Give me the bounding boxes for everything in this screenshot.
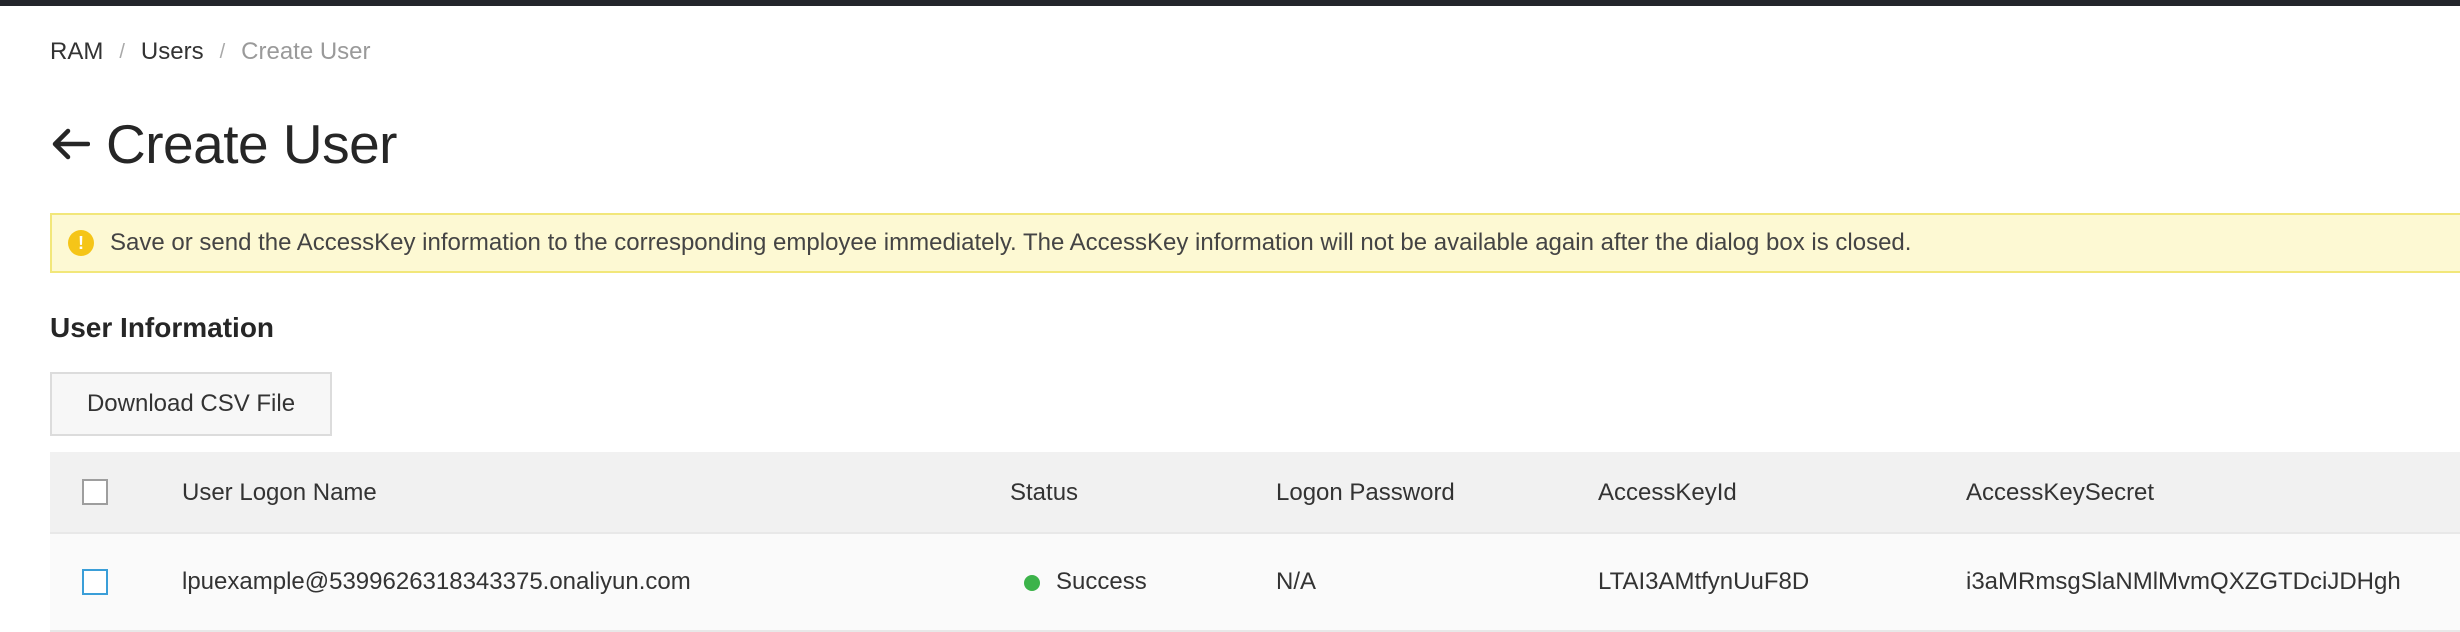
breadcrumb-users-link[interactable]: Users [141,38,204,66]
column-header-password: Logon Password [1276,479,1455,506]
table-header: User Logon Name Status Logon Password Ac… [50,452,2460,534]
cell-status: Success [1024,568,1147,596]
top-bar [0,0,2460,6]
breadcrumb-separator: / [219,40,226,63]
warning-alert: ! Save or send the AccessKey information… [50,213,2460,273]
column-header-access-key-secret: AccessKeySecret [1966,479,2155,506]
page-title: Create User [106,113,397,175]
section-title: User Information [50,312,275,343]
status-text: Success [1056,568,1147,595]
user-table: User Logon Name Status Logon Password Ac… [50,452,2460,632]
column-header-logon-name: User Logon Name [182,479,377,506]
download-csv-button[interactable]: Download CSV File [50,372,332,436]
page-header: Create User [48,112,397,176]
breadcrumb-current: Create User [241,38,371,65]
column-header-access-key-id: AccessKeyId [1598,479,1737,506]
row-checkbox[interactable] [82,569,108,595]
cell-access-key-secret: i3aMRmsgSlaNMlMvmQXZGTDciJDHgh [1966,568,2401,595]
table-row: lpuexample@5399626318343375.onaliyun.com… [50,534,2460,632]
arrow-left-icon[interactable] [48,122,92,166]
warning-icon: ! [68,230,94,256]
column-header-status: Status [1010,479,1079,506]
breadcrumb-separator: / [119,40,125,63]
select-all-checkbox[interactable] [82,479,108,505]
breadcrumb: RAM / Users / Create User [50,38,371,66]
alert-message: Save or send the AccessKey information t… [110,229,1912,256]
cell-access-key-id: LTAI3AMtfynUuF8D [1598,568,1810,595]
success-status-icon [1024,574,1040,591]
cell-password: N/A [1276,568,1317,595]
cell-logon-name: lpuexample@5399626318343375.onaliyun.com [182,568,691,595]
breadcrumb-ram-link[interactable]: RAM [50,38,103,66]
